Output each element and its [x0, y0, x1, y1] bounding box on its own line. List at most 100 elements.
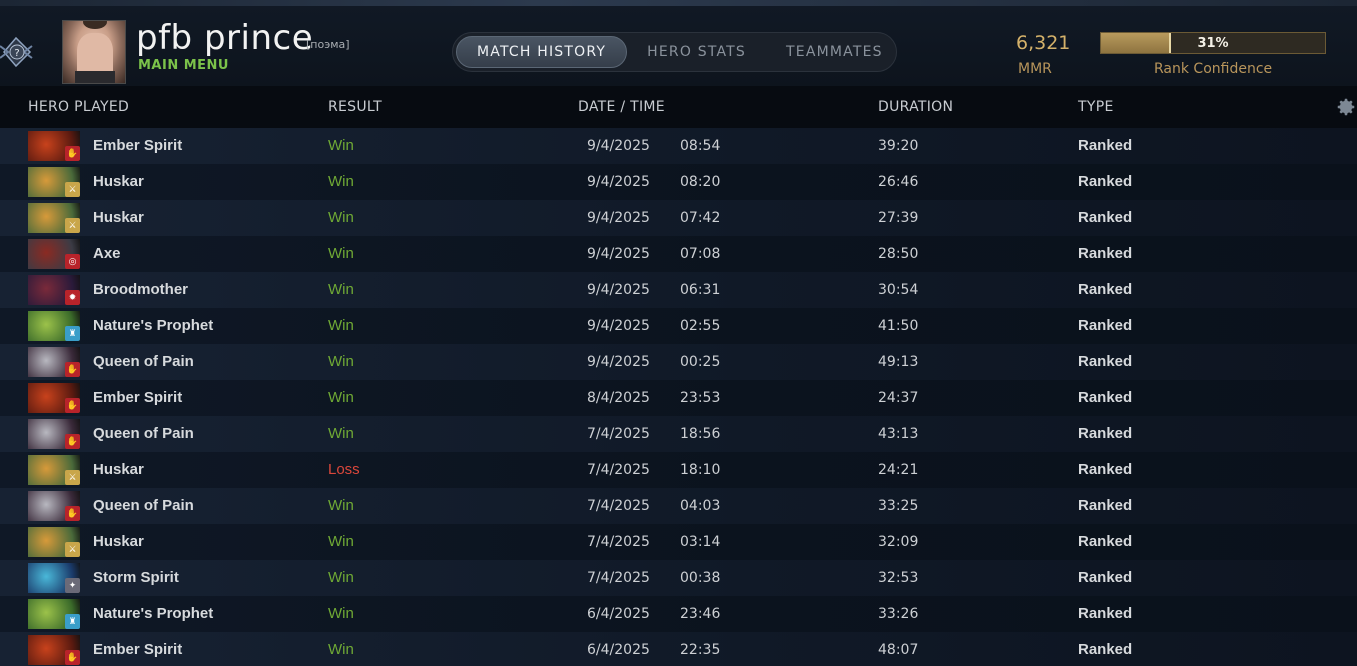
tab-hero-stats[interactable]: HERO STATS: [627, 36, 766, 68]
table-row[interactable]: ✋ Queen of Pain Win 7/4/2025 18:56 43:13…: [0, 416, 1357, 452]
table-row[interactable]: ⚔ Huskar Win 9/4/2025 08:20 26:46 Ranked: [0, 164, 1357, 200]
hero-portrait: ♜: [28, 599, 80, 629]
match-time: 04:03: [680, 498, 721, 514]
match-result: Win: [328, 497, 354, 514]
match-duration: 33:26: [878, 606, 919, 622]
table-row[interactable]: ✦ Storm Spirit Win 7/4/2025 00:38 32:53 …: [0, 560, 1357, 596]
mmr-label: MMR: [1018, 61, 1052, 77]
hero-portrait: ⚔: [28, 203, 80, 233]
match-date: 7/4/2025: [587, 498, 650, 514]
table-row[interactable]: ♜ Nature's Prophet Win 9/4/2025 02:55 41…: [0, 308, 1357, 344]
match-duration: 27:39: [878, 210, 919, 226]
match-duration: 30:54: [878, 282, 919, 298]
main-menu-link[interactable]: MAIN MENU: [138, 58, 229, 73]
match-date: 9/4/2025: [587, 210, 650, 226]
svg-text:?: ?: [14, 48, 19, 59]
match-result: Win: [328, 533, 354, 550]
match-type: Ranked: [1078, 281, 1133, 298]
match-time: 03:14: [680, 534, 721, 550]
table-row[interactable]: ✋ Ember Spirit Win 8/4/2025 23:53 24:37 …: [0, 380, 1357, 416]
table-row[interactable]: ✋ Queen of Pain Win 7/4/2025 04:03 33:25…: [0, 488, 1357, 524]
match-type: Ranked: [1078, 641, 1133, 658]
player-name: pfb prince: [136, 18, 314, 58]
sword-icon: ⚔: [65, 182, 80, 197]
column-type[interactable]: TYPE: [1078, 99, 1114, 115]
match-duration: 48:07: [878, 642, 919, 658]
rank-confidence-bar: 31%: [1100, 32, 1326, 54]
match-duration: 26:46: [878, 174, 919, 190]
match-duration: 32:09: [878, 534, 919, 550]
column-date-time[interactable]: DATE / TIME: [578, 99, 665, 115]
tower-icon: ♜: [65, 614, 80, 629]
match-type: Ranked: [1078, 317, 1133, 334]
hand-icon: ✋: [65, 506, 80, 521]
hero-name: Queen of Pain: [93, 353, 194, 370]
hero-portrait: ⚔: [28, 527, 80, 557]
match-result: Win: [328, 245, 354, 262]
match-type: Ranked: [1078, 533, 1133, 550]
avatar-hair: [83, 21, 107, 29]
hero-portrait: ⚔: [28, 455, 80, 485]
hero-name: Nature's Prophet: [93, 317, 214, 334]
rank-unknown-icon[interactable]: ?: [0, 32, 40, 72]
match-date: 7/4/2025: [587, 534, 650, 550]
sword-icon: ⚔: [65, 218, 80, 233]
match-date: 8/4/2025: [587, 390, 650, 406]
avatar[interactable]: [62, 20, 126, 84]
column-result[interactable]: RESULT: [328, 99, 382, 115]
table-row[interactable]: ✋ Queen of Pain Win 9/4/2025 00:25 49:13…: [0, 344, 1357, 380]
match-type: Ranked: [1078, 209, 1133, 226]
spider-icon: ✹: [65, 290, 80, 305]
gear-icon[interactable]: [1335, 96, 1357, 118]
table-row[interactable]: ⚔ Huskar Win 7/4/2025 03:14 32:09 Ranked: [0, 524, 1357, 560]
match-duration: 49:13: [878, 354, 919, 370]
match-type: Ranked: [1078, 497, 1133, 514]
match-duration: 43:13: [878, 426, 919, 442]
hero-name: Ember Spirit: [93, 389, 183, 406]
tower-icon: ♜: [65, 326, 80, 341]
table-row[interactable]: ◎ Axe Win 9/4/2025 07:08 28:50 Ranked: [0, 236, 1357, 272]
table-row[interactable]: ⚔ Huskar Win 9/4/2025 07:42 27:39 Ranked: [0, 200, 1357, 236]
column-duration[interactable]: DURATION: [878, 99, 953, 115]
match-time: 18:10: [680, 462, 721, 478]
hero-name: Huskar: [93, 173, 144, 190]
match-time: 06:31: [680, 282, 721, 298]
hand-icon: ✋: [65, 146, 80, 161]
hand-icon: ✋: [65, 650, 80, 665]
hero-name: Queen of Pain: [93, 497, 194, 514]
column-hero-played[interactable]: HERO PLAYED: [28, 99, 129, 115]
match-time: 08:20: [680, 174, 721, 190]
table-row[interactable]: ✋ Ember Spirit Win 9/4/2025 08:54 39:20 …: [0, 128, 1357, 164]
target-icon: ◎: [65, 254, 80, 269]
match-result: Win: [328, 641, 354, 658]
tab-match-history[interactable]: MATCH HISTORY: [456, 36, 628, 68]
match-time: 22:35: [680, 642, 721, 658]
table-row[interactable]: ♜ Nature's Prophet Win 6/4/2025 23:46 33…: [0, 596, 1357, 632]
match-date: 9/4/2025: [587, 246, 650, 262]
match-duration: 39:20: [878, 138, 919, 154]
match-result: Win: [328, 137, 354, 154]
sword-icon: ⚔: [65, 470, 80, 485]
match-date: 9/4/2025: [587, 138, 650, 154]
match-date: 9/4/2025: [587, 282, 650, 298]
hero-name: Huskar: [93, 533, 144, 550]
match-type: Ranked: [1078, 461, 1133, 478]
hero-name: Huskar: [93, 461, 144, 478]
tab-teammates[interactable]: TEAMMATES: [766, 36, 903, 68]
match-date: 7/4/2025: [587, 426, 650, 442]
hero-name: Nature's Prophet: [93, 605, 214, 622]
table-row[interactable]: ✋ Ember Spirit Win 6/4/2025 22:35 48:07 …: [0, 632, 1357, 666]
match-result: Win: [328, 173, 354, 190]
match-type: Ranked: [1078, 245, 1133, 262]
match-result: Win: [328, 569, 354, 586]
match-type: Ranked: [1078, 137, 1133, 154]
match-date: 6/4/2025: [587, 642, 650, 658]
match-time: 07:42: [680, 210, 721, 226]
rank-confidence-value: 31%: [1197, 35, 1229, 51]
table-row[interactable]: ⚔ Huskar Loss 7/4/2025 18:10 24:21 Ranke…: [0, 452, 1357, 488]
match-date: 9/4/2025: [587, 318, 650, 334]
table-row[interactable]: ✹ Broodmother Win 9/4/2025 06:31 30:54 R…: [0, 272, 1357, 308]
match-type: Ranked: [1078, 605, 1133, 622]
match-time: 00:25: [680, 354, 721, 370]
tab-bar: MATCH HISTORY HERO STATS TEAMMATES: [452, 32, 897, 72]
